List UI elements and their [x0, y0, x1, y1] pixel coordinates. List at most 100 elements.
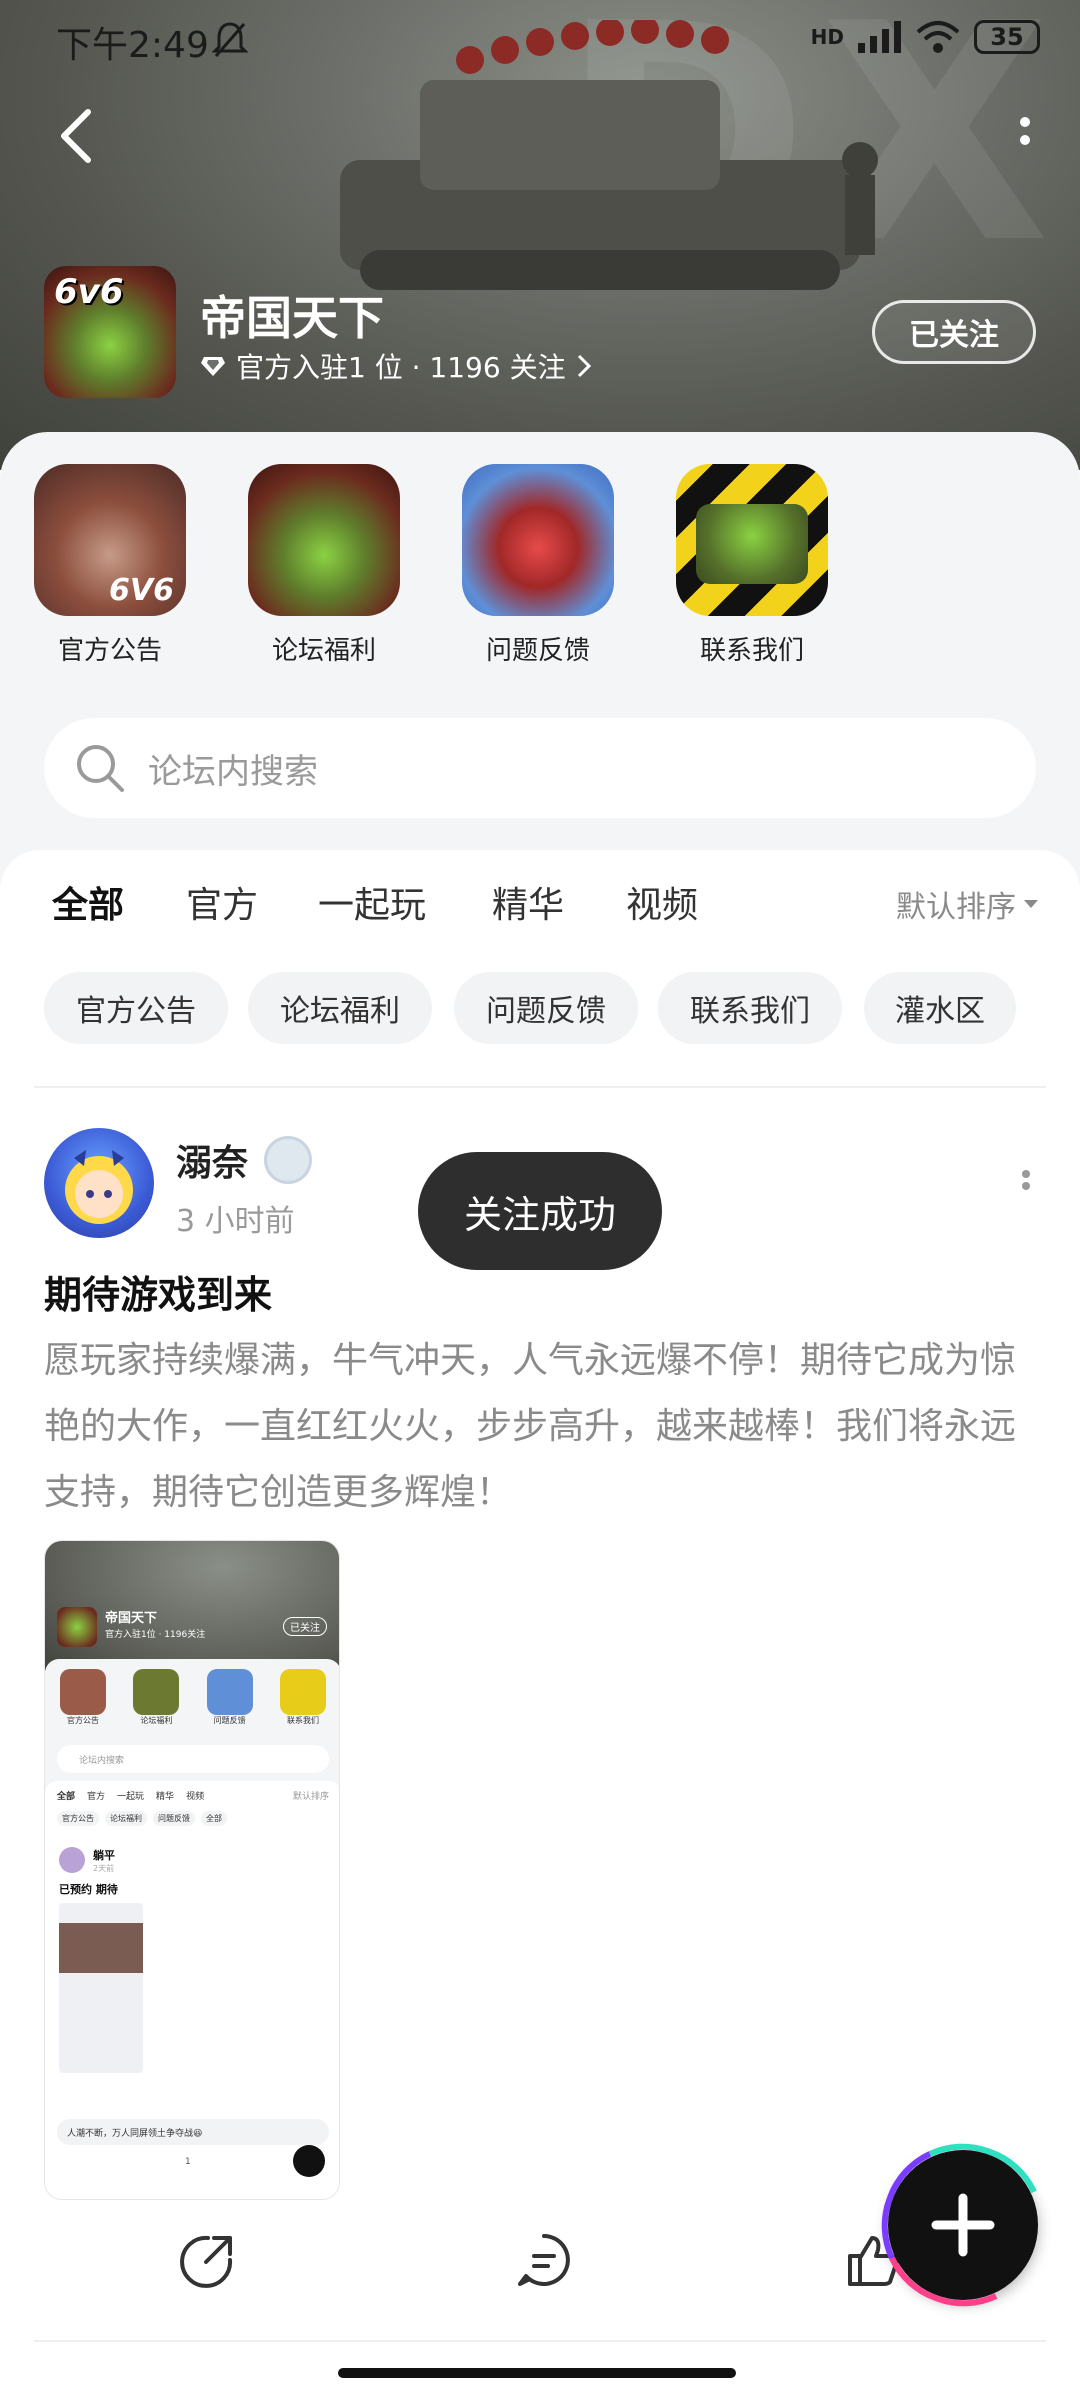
- share-icon[interactable]: [178, 2230, 238, 2290]
- diamond-icon: [201, 357, 225, 376]
- create-post-fab[interactable]: [888, 2150, 1038, 2300]
- quick-link-feedback[interactable]: 问题反馈: [458, 464, 618, 667]
- thumb-follow: 已关注: [283, 1617, 327, 1636]
- post-title[interactable]: 期待游戏到来: [44, 1264, 272, 1319]
- more-vertical-icon[interactable]: [1010, 110, 1040, 160]
- followed-button[interactable]: 已关注: [872, 300, 1036, 364]
- search-placeholder: 论坛内搜索: [148, 751, 318, 792]
- verified-badge-icon: [264, 1136, 312, 1184]
- tab-video[interactable]: 视频: [626, 876, 698, 928]
- battery-indicator: 35: [974, 20, 1040, 54]
- thumb-chip: 官方公告: [57, 1811, 99, 1826]
- chip-announcement[interactable]: 官方公告: [44, 972, 228, 1044]
- thumb-time: 2天前: [93, 1864, 115, 1873]
- thumb-chip: 问题反馈: [153, 1811, 195, 1826]
- thumb-quick-link: 联系我们: [273, 1669, 333, 1726]
- thumb-chips: 官方公告 论坛福利 问题反馈 全部: [57, 1811, 227, 1826]
- thumb-quick-label: 论坛福利: [140, 1716, 173, 1725]
- thumb-quick-label: 问题反馈: [213, 1716, 246, 1725]
- chip-chat[interactable]: 灌水区: [864, 972, 1016, 1044]
- thumb-comment-count: 1: [185, 2157, 191, 2167]
- thumb-quick-link: 官方公告: [53, 1669, 113, 1726]
- caret-down-icon: [1024, 900, 1038, 908]
- quick-link-label: 联系我们: [699, 636, 804, 666]
- thumb-search: 论坛内搜索: [57, 1745, 329, 1773]
- avatar[interactable]: [44, 1128, 154, 1238]
- forum-title: 帝国天下: [200, 291, 384, 345]
- thumb-quick-image: [133, 1669, 180, 1715]
- thumb-title: 帝国天下: [105, 1611, 158, 1626]
- quick-link-benefits[interactable]: 论坛福利: [244, 464, 404, 667]
- wifi-icon: [916, 21, 960, 53]
- thumb-fab: [293, 2145, 325, 2177]
- thumb-chip: 全部: [201, 1811, 227, 1826]
- thumb-avatar: [59, 1847, 85, 1873]
- quick-link-contact[interactable]: 联系我们: [672, 464, 832, 667]
- quick-link-label: 官方公告: [57, 636, 162, 666]
- tab-official[interactable]: 官方: [186, 876, 258, 928]
- thumb-forum-icon: [57, 1607, 97, 1647]
- thumb-quick-image: [60, 1669, 106, 1715]
- quick-link-image: [248, 464, 400, 616]
- post-time: 3 小时前: [176, 1204, 295, 1239]
- bottom-divider: [34, 2340, 1046, 2342]
- thumb-comment-bar: 人潮不断，万人同屏领土争夺战😆: [57, 2119, 329, 2145]
- thumb-quick-image: [279, 1669, 326, 1715]
- plus-icon: [931, 2193, 995, 2257]
- thumb-nested-image: [59, 1903, 143, 2073]
- thumb-quick-image: [206, 1669, 253, 1715]
- signal-icon: [858, 21, 901, 53]
- thumb-tab: 视频: [186, 1792, 205, 1802]
- divider: [34, 1086, 1046, 1088]
- thumb-quick-label: 官方公告: [67, 1716, 99, 1725]
- thumb-username: 躺平: [93, 1849, 115, 1862]
- chip-contact[interactable]: 联系我们: [658, 972, 842, 1044]
- forum-icon: 6v6: [44, 266, 176, 398]
- forum-search-bar[interactable]: 论坛内搜索: [44, 718, 1036, 818]
- home-indicator[interactable]: [338, 2368, 736, 2378]
- quick-link-announcement[interactable]: 6V6 官方公告: [30, 464, 190, 667]
- thumb-tab: 全部: [57, 1792, 76, 1802]
- chip-benefits[interactable]: 论坛福利: [248, 972, 432, 1044]
- toast-message: 关注成功: [418, 1152, 662, 1270]
- tab-all[interactable]: 全部: [52, 876, 124, 934]
- tab-play-together[interactable]: 一起玩: [318, 876, 426, 928]
- status-bar: 下午2:49 HD 35: [0, 0, 1080, 80]
- back-arrow-icon[interactable]: [52, 106, 102, 166]
- quick-link-image: [676, 464, 828, 616]
- thumb-tab: 官方: [87, 1792, 106, 1802]
- quick-link-image: 6V6: [34, 464, 186, 616]
- sort-label: 默认排序: [896, 890, 1016, 925]
- mute-bell-icon: [212, 22, 248, 57]
- thumb-tab: 一起玩: [117, 1792, 145, 1802]
- thumb-tab: 精华: [156, 1792, 175, 1802]
- thumb-sort: 默认排序: [292, 1792, 329, 1802]
- thumb-header: [45, 1541, 339, 1671]
- search-icon: [77, 745, 124, 792]
- quick-link-image: [462, 464, 614, 616]
- quick-link-label: 问题反馈: [485, 636, 590, 666]
- forum-subtitle-text: 官方入驻1 位 · 1196 关注: [236, 351, 566, 384]
- thumb-quick-link: 论坛福利: [126, 1669, 186, 1726]
- post-more-icon[interactable]: [1020, 1168, 1032, 1202]
- thumb-nested-banner: [59, 1923, 143, 1973]
- forum-subtitle[interactable]: 官方入驻1 位 · 1196 关注: [200, 346, 592, 386]
- post-image[interactable]: 帝国天下 官方入驻1位 · 1196关注 已关注 官方公告 论坛福利 问题反馈 …: [44, 1540, 340, 2200]
- thumb-quick-link: 问题反馈: [200, 1669, 260, 1726]
- quick-link-label: 论坛福利: [271, 636, 376, 666]
- sort-dropdown[interactable]: 默认排序: [896, 882, 1040, 926]
- thumb-quick-links: 官方公告 论坛福利 问题反馈 联系我们: [53, 1669, 333, 1726]
- post-username[interactable]: 溺奈: [176, 1134, 248, 1186]
- comment-icon[interactable]: [514, 2230, 574, 2290]
- thumb-chip: 论坛福利: [105, 1811, 147, 1826]
- post-body[interactable]: 愿玩家持续爆满，牛气冲天，人气永远爆不停！期待它成为惊艳的大作，一直红红火火，步…: [44, 1328, 1034, 1526]
- thumb-quick-label: 联系我们: [286, 1716, 319, 1725]
- status-time: 下午2:49: [56, 25, 209, 66]
- chevron-right-icon: [577, 354, 591, 378]
- network-hd-label: HD: [810, 25, 844, 49]
- tab-featured[interactable]: 精华: [492, 876, 564, 928]
- chip-feedback[interactable]: 问题反馈: [454, 972, 638, 1044]
- avatar-character-art: [65, 1150, 133, 1224]
- thumb-subtitle: 官方入驻1位 · 1196关注: [105, 1630, 206, 1640]
- thumb-post-title: 已预约 期待: [59, 1883, 118, 1896]
